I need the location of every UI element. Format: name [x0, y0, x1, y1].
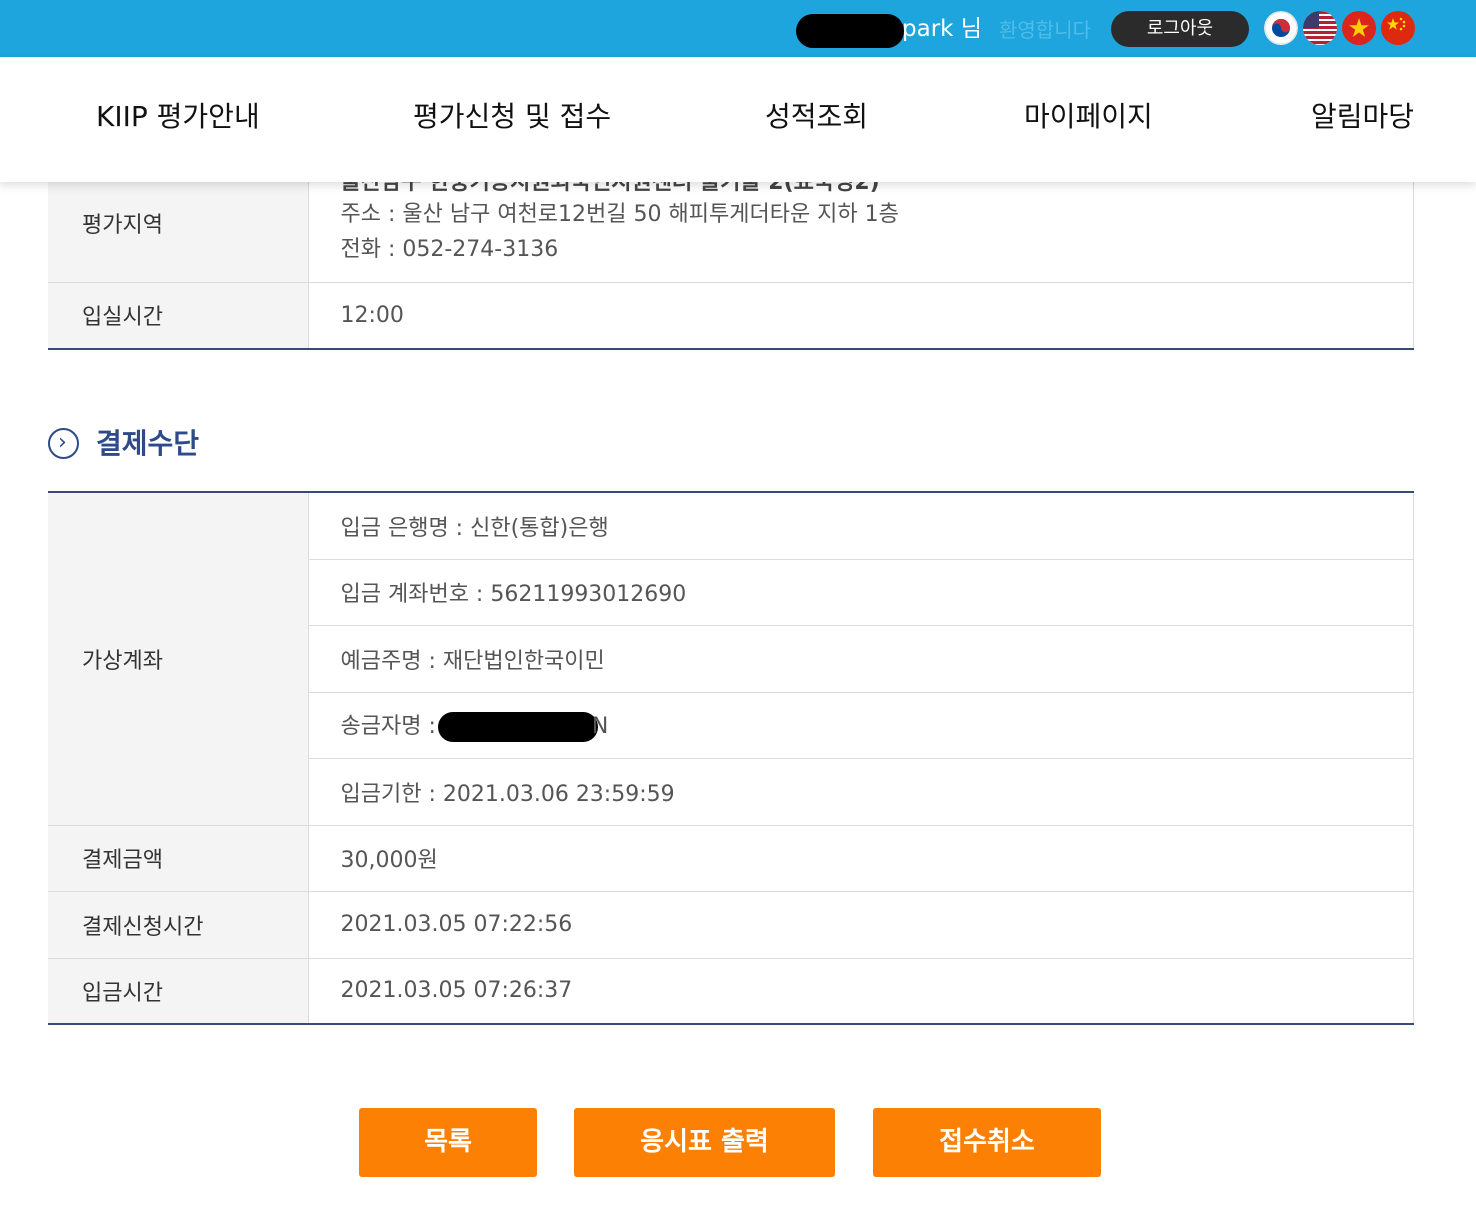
region-address: 주소 : 울산 남구 여천로12번길 50 해피투게더타운 지하 1층 — [340, 202, 899, 228]
usa-flag-icon[interactable] — [1303, 11, 1337, 45]
amount-value: 30,000원 — [308, 825, 1414, 892]
entry-time-value: 12:00 — [308, 282, 1414, 349]
amount-label: 결제금액 — [48, 825, 309, 892]
redacted-user-name — [796, 14, 904, 48]
payment-section-title-text: 결제수단 — [96, 427, 200, 460]
nav-item-notice[interactable]: 알림마당 — [1311, 97, 1414, 137]
table-row: 가상계좌 입금 은행명 : 신한(통합)은행 — [48, 492, 1414, 826]
virtual-account-label: 가상계좌 — [48, 492, 309, 826]
list-button[interactable]: 목록 — [359, 1108, 537, 1177]
entry-time-label: 입실시간 — [48, 282, 309, 349]
nav-item-mypage[interactable]: 마이페이지 — [1024, 97, 1153, 137]
table-row: 평가지역 울산남구 한중기능지원외국인지원센터 출기울 2(표국영2) 주소 :… — [48, 165, 1414, 283]
table-row: 결제금액 30,000원 — [48, 825, 1414, 892]
korea-flag-icon[interactable] — [1264, 11, 1298, 45]
account-number: 입금 계좌번호 : 56211993012690 — [308, 559, 1414, 626]
table-row: 결제신청시간 2021.03.05 07:22:56 — [48, 891, 1414, 959]
region-label: 평가지역 — [48, 165, 309, 283]
cancel-application-button[interactable]: 접수취소 — [873, 1108, 1101, 1177]
request-time-label: 결제신청시간 — [48, 891, 309, 959]
vietnam-flag-icon[interactable] — [1342, 11, 1376, 45]
top-bar: park 님 환영합니다 로그아웃 — [0, 0, 1476, 57]
main-nav: KIIP 평가안내 평가신청 및 접수 성적조회 마이페이지 알림마당 — [0, 57, 1476, 182]
depositor-name: 예금주명 : 재단법인한국이민 — [308, 625, 1414, 693]
deposit-deadline: 입금기한 : 2021.03.06 23:59:59 — [308, 758, 1414, 826]
region-phone: 전화 : 052-274-3136 — [340, 237, 559, 263]
user-name: park 님 — [902, 16, 982, 42]
deposit-time-label: 입금시간 — [48, 958, 309, 1024]
chevron-circle-icon: › — [48, 428, 79, 459]
redacted-sender-name — [437, 712, 598, 742]
nav-item-kiip-guide[interactable]: KIIP 평가안내 — [96, 97, 260, 137]
nav-item-application[interactable]: 평가신청 및 접수 — [413, 97, 611, 137]
sender-name-suffix: N — [591, 714, 609, 739]
region-value: 울산남구 한중기능지원외국인지원센터 출기울 2(표국영2) 주소 : 울산 남… — [308, 165, 1414, 283]
china-flag-icon[interactable] — [1381, 11, 1415, 45]
print-ticket-button[interactable]: 응시표 출력 — [574, 1108, 835, 1177]
sender-name-label: 송금자명 : — [340, 714, 436, 739]
welcome-text: 환영합니다 — [999, 18, 1091, 42]
table-row: 입금시간 2021.03.05 07:26:37 — [48, 958, 1414, 1024]
request-time-value: 2021.03.05 07:22:56 — [308, 891, 1414, 959]
logout-button[interactable]: 로그아웃 — [1111, 11, 1249, 47]
deposit-time-value: 2021.03.05 07:26:37 — [308, 958, 1414, 1024]
bank-name: 입금 은행명 : 신한(통합)은행 — [308, 492, 1414, 560]
sender-name: 송금자명 : N — [308, 692, 1414, 759]
table-row: 입실시간 12:00 — [48, 282, 1414, 349]
payment-table: 가상계좌 입금 은행명 : 신한(통합)은행 입금 계좌번호 : 5621199… — [48, 491, 1414, 1025]
exam-info-table: 평가지역 울산남구 한중기능지원외국인지원센터 출기울 2(표국영2) 주소 :… — [48, 165, 1414, 350]
nav-item-results[interactable]: 성적조회 — [765, 97, 868, 137]
